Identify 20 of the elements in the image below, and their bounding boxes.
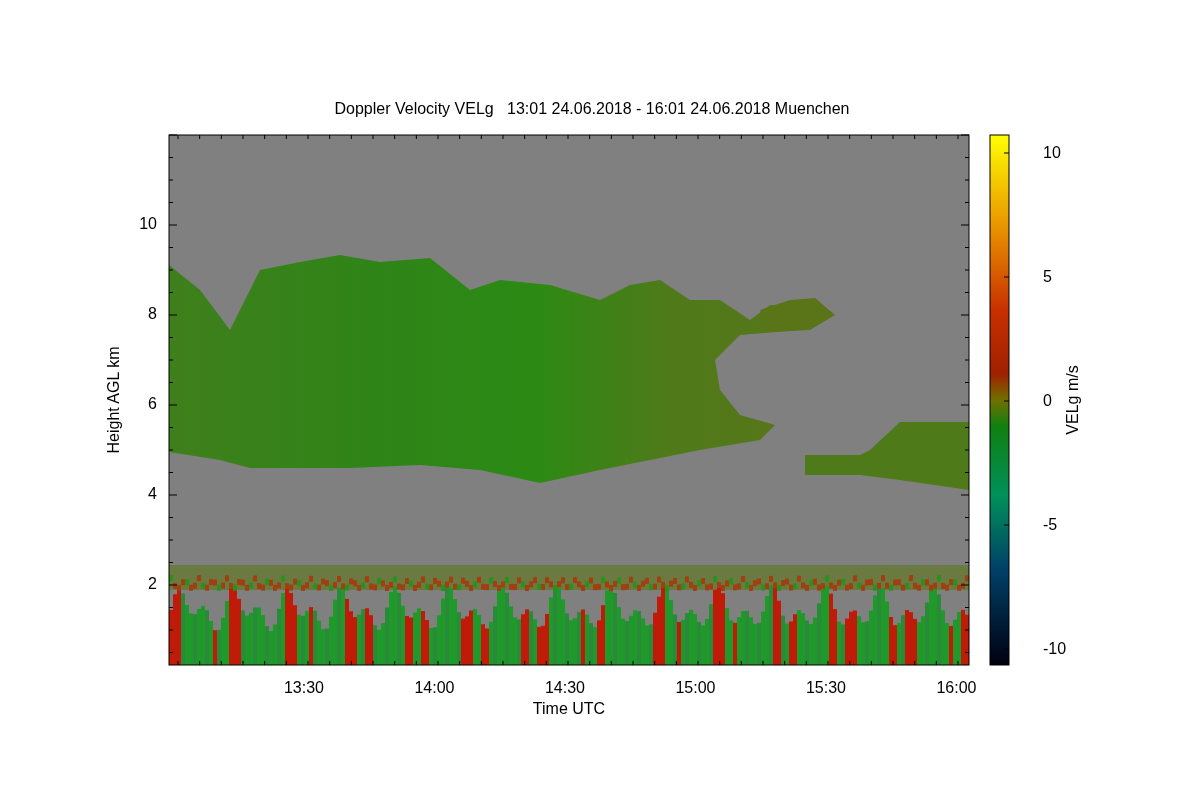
colorbar-tick-label: 5 — [1043, 268, 1052, 285]
y-tick-label: 4 — [148, 485, 157, 502]
x-tick-label: 13:30 — [284, 679, 324, 696]
x-tick-label: 14:00 — [414, 679, 455, 696]
chart-title: Doppler Velocity VELg 13:01 24.06.2018 - 16:01 24.06.2018 Muenchen — [334, 100, 850, 117]
y-tick-label: 2 — [148, 575, 157, 592]
y-axis-label: Height AGL km — [105, 346, 122, 454]
y-tick-label: 6 — [148, 395, 157, 412]
y-tick-label: 10 — [139, 215, 157, 232]
x-tick-label: 15:30 — [806, 679, 846, 696]
colorbar-tick-label: 0 — [1043, 392, 1052, 409]
colorbar-tick-label: 10 — [1043, 144, 1061, 161]
colorbar-tick-label: -10 — [1043, 640, 1067, 657]
x-tick-label: 16:00 — [936, 679, 977, 696]
y-tick-label: 8 — [148, 305, 157, 322]
colorbar-label: VELg m/s — [1064, 365, 1081, 435]
x-tick-label: 14:30 — [545, 679, 585, 696]
colorbar-tick-label: -5 — [1043, 516, 1058, 533]
x-tick-label: 15:00 — [675, 679, 716, 696]
x-axis-label: Time UTC — [532, 700, 606, 717]
